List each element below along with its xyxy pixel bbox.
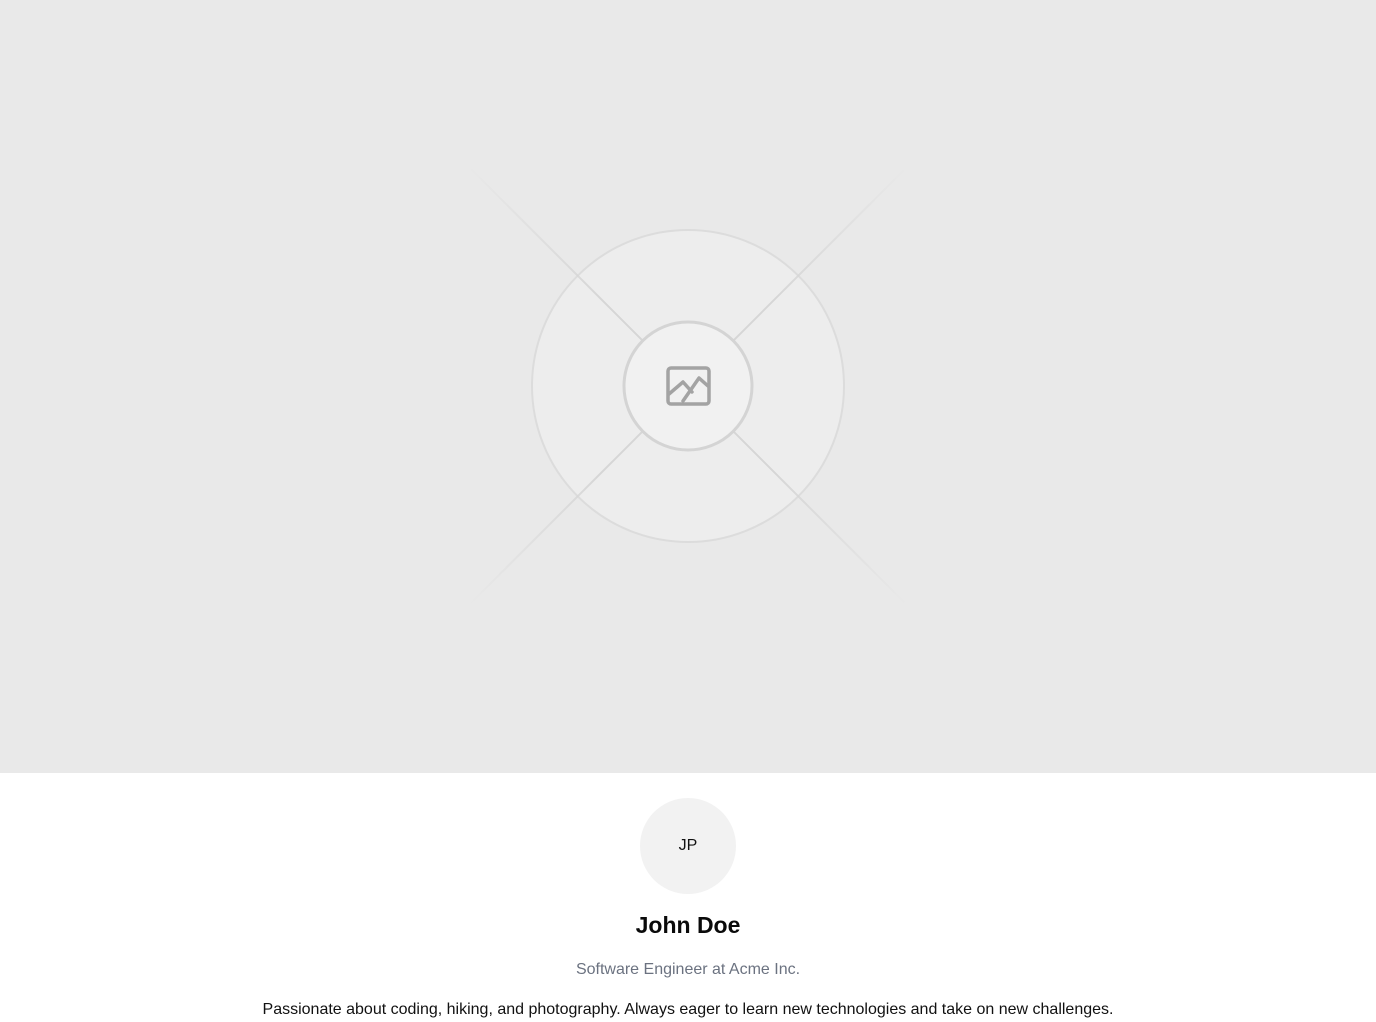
profile-headline: Software Engineer at Acme Inc.: [575, 961, 801, 978]
profile-info: JP John Doe Software Engineer at Acme In…: [0, 773, 1376, 1022]
cover-placeholder-graphic: [467, 165, 909, 607]
profile-page: JP John Doe Software Engineer at Acme In…: [0, 0, 1376, 1022]
avatar[interactable]: JP: [640, 798, 736, 894]
cover-image-placeholder: [0, 0, 1376, 773]
profile-name: John Doe: [635, 912, 741, 938]
avatar-initials: JP: [678, 837, 698, 854]
profile-bio: Passionate about coding, hiking, and pho…: [262, 1001, 1114, 1018]
